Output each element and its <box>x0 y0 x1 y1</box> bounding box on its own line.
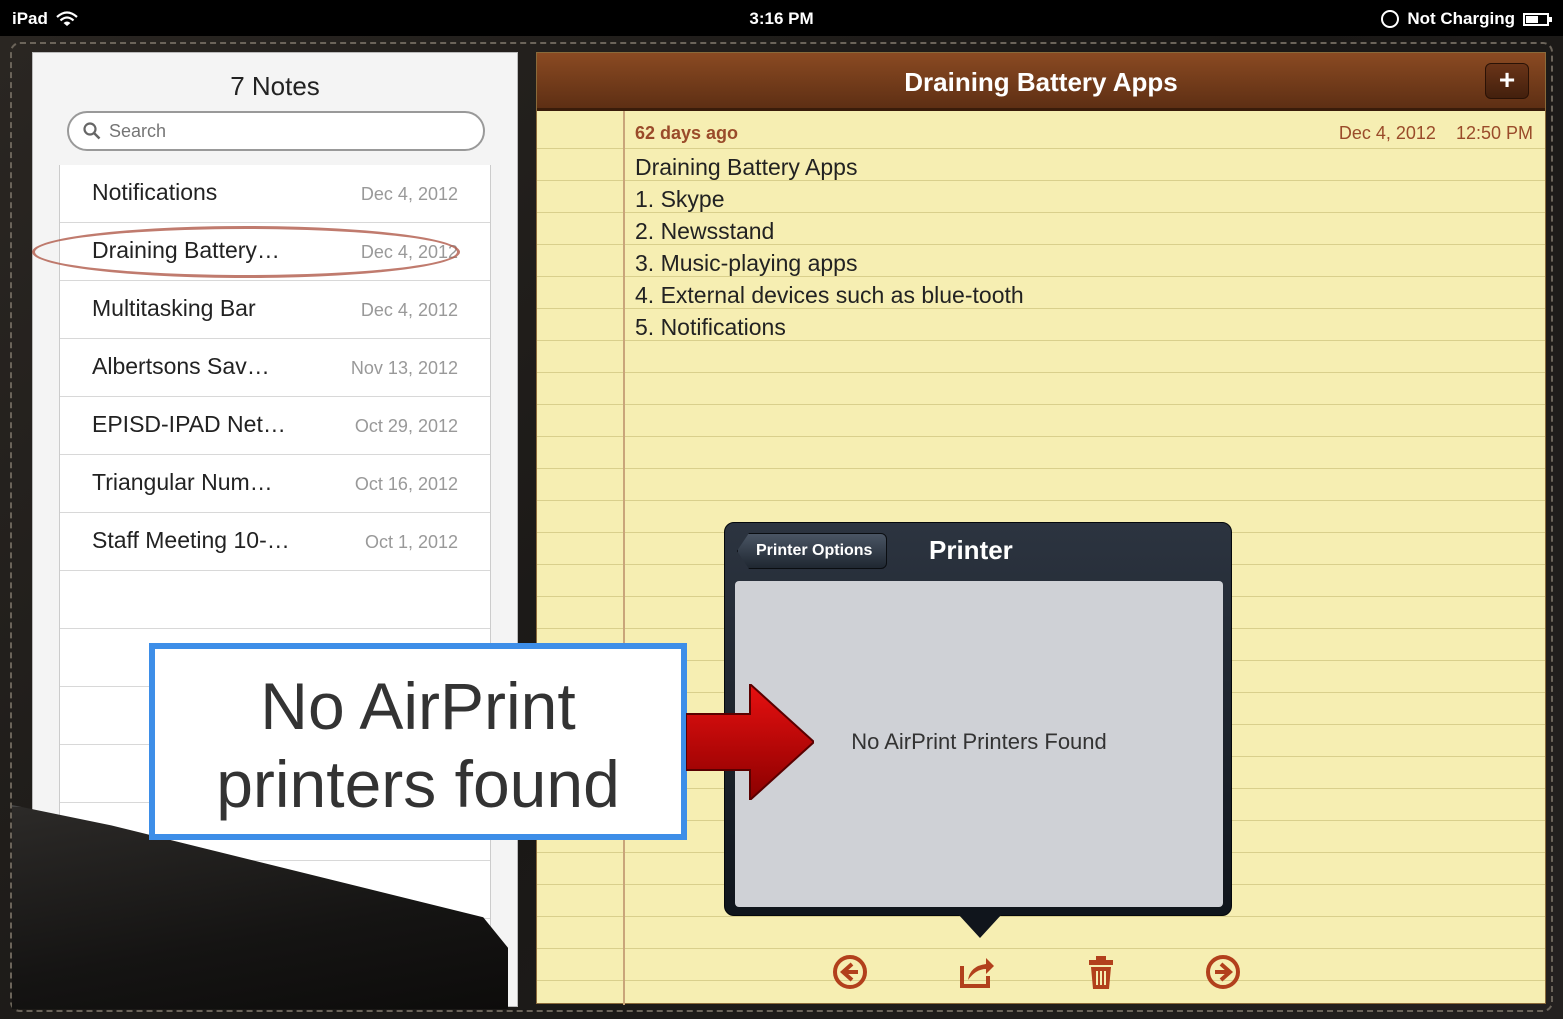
popover-title: Printer <box>929 535 1013 565</box>
red-arrow-icon <box>686 684 814 800</box>
note-date: Dec 4, 2012 <box>360 184 458 204</box>
note-name: Staff Meeting 10-… <box>92 527 290 553</box>
note-timestamp: Dec 4, 2012 12:50 PM <box>1339 123 1533 144</box>
note-title: Draining Battery Apps <box>904 67 1178 97</box>
add-note-button[interactable]: + <box>1485 63 1529 99</box>
previous-icon[interactable] <box>830 952 870 992</box>
list-item[interactable]: Multitasking Bar Dec 4, 2012 <box>60 281 490 339</box>
popover-arrow <box>958 914 1002 938</box>
note-age: 62 days ago <box>635 123 739 143</box>
note-date: Oct 29, 2012 <box>354 416 458 436</box>
notes-count-title: 7 Notes <box>230 71 320 101</box>
printer-options-back-button[interactable]: Printer Options <box>737 533 888 569</box>
battery-icon <box>1523 12 1552 26</box>
note-line: 1. Skype <box>635 186 725 212</box>
list-item[interactable]: EPISD-IPAD Net… Oct 29, 2012 <box>60 397 490 455</box>
list-item[interactable]: Staff Meeting 10-… Oct 1, 2012 <box>60 513 490 571</box>
list-item[interactable]: Notifications Dec 4, 2012 <box>60 165 490 223</box>
note-name: Albertsons Sav… <box>92 353 270 379</box>
note-line: Draining Battery Apps <box>635 154 858 180</box>
note-date: Dec 4, 2012 <box>1338 123 1436 143</box>
note-date: Dec 4, 2012 <box>360 300 458 320</box>
note-name: EPISD-IPAD Net… <box>92 411 286 437</box>
margin-line <box>623 111 625 1005</box>
rotation-lock-icon <box>1381 10 1400 28</box>
note-name: Multitasking Bar <box>92 295 256 321</box>
clock: 3:16 PM <box>749 9 814 28</box>
note-line: 4. External devices such as blue-tooth <box>635 282 1024 308</box>
note-date: Nov 13, 2012 <box>350 358 458 378</box>
status-bar: iPad 3:16 PM Not Charging <box>0 0 1563 36</box>
highlight-circle <box>32 226 460 278</box>
search-field[interactable] <box>67 111 485 151</box>
list-item[interactable]: Albertsons Sav… Nov 13, 2012 <box>60 339 490 397</box>
share-icon[interactable] <box>956 952 996 992</box>
note-body[interactable]: Draining Battery Apps 1. Skype 2. Newsst… <box>635 151 1024 343</box>
note-name: Notifications <box>92 179 218 205</box>
note-time: 12:50 PM <box>1455 123 1533 143</box>
note-line: 3. Music-playing apps <box>635 250 858 276</box>
note-toolbar <box>536 940 1546 1000</box>
search-input[interactable] <box>109 120 449 142</box>
note-name: Triangular Num… <box>92 469 273 495</box>
battery-status: Not Charging <box>1407 9 1515 28</box>
trash-icon[interactable] <box>1081 952 1121 992</box>
note-date: Oct 16, 2012 <box>354 474 458 494</box>
search-icon <box>83 122 101 140</box>
note-line: 5. Notifications <box>635 314 786 340</box>
note-date: Oct 1, 2012 <box>364 532 458 552</box>
next-icon[interactable] <box>1203 952 1243 992</box>
callout-line-2: printers found <box>216 747 620 821</box>
annotation-callout: No AirPrint printers found <box>149 643 687 840</box>
list-item[interactable]: Triangular Num… Oct 16, 2012 <box>60 455 490 513</box>
note-header: Draining Battery Apps + <box>537 53 1545 111</box>
note-line: 2. Newsstand <box>635 218 775 244</box>
callout-line-1: No AirPrint <box>260 669 576 743</box>
list-item-selected[interactable]: Draining Battery… Dec 4, 2012 <box>32 223 490 281</box>
